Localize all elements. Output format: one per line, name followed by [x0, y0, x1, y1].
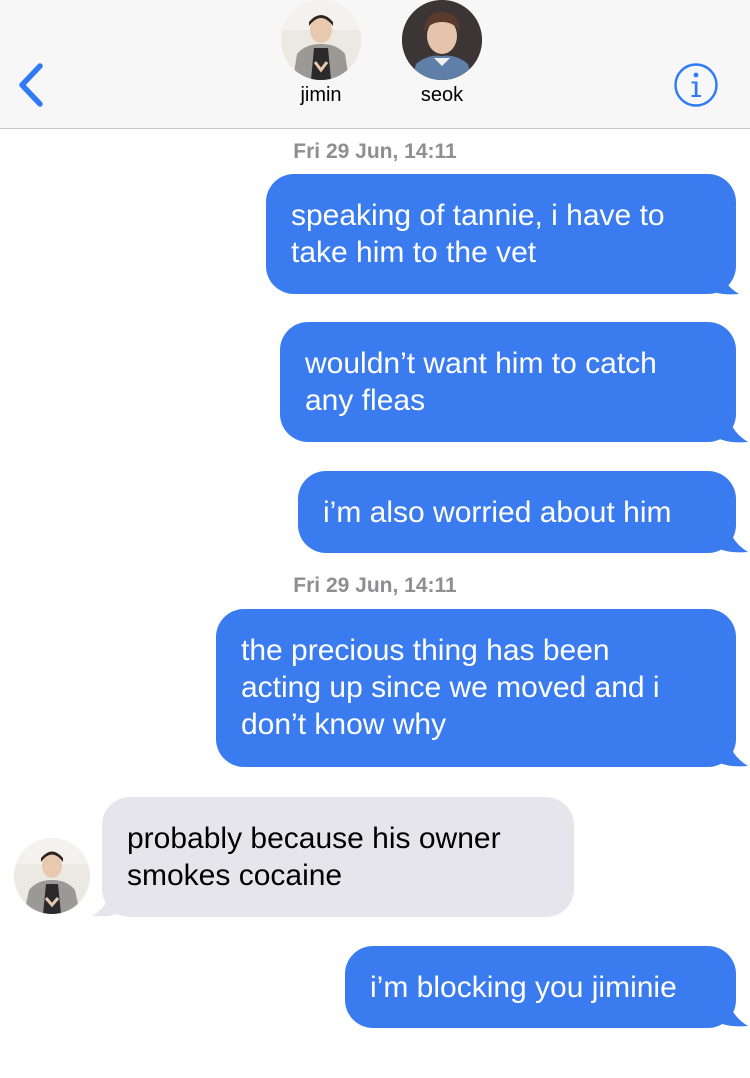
message-text: the precious thing has been acting up si…: [241, 634, 660, 741]
timestamp: Fri 29 Jun, 14:11: [293, 140, 457, 163]
avatar: [281, 0, 361, 80]
timestamp: Fri 29 Jun, 14:11: [293, 574, 457, 597]
chevron-left-icon: [19, 63, 43, 107]
message-text: speaking of tannie, i have to take him t…: [291, 199, 665, 269]
back-button[interactable]: [14, 60, 50, 110]
message-text: probably because his owner smokes cocain…: [127, 822, 501, 892]
avatar[interactable]: [14, 838, 90, 914]
message-text: i’m also worried about him: [323, 496, 672, 529]
info-button[interactable]: [673, 62, 719, 108]
message-bubble-outgoing[interactable]: wouldn’t want him to catch any fleas: [280, 322, 736, 442]
avatar-image: [14, 838, 90, 914]
contact-name: jimin: [300, 84, 342, 106]
message-bubble-outgoing[interactable]: i’m also worried about him: [298, 471, 736, 553]
avatar: [402, 0, 482, 80]
contact-jimin[interactable]: jimin: [276, 0, 366, 106]
contact-name: seok: [420, 84, 464, 106]
contact-seok[interactable]: seok: [397, 0, 487, 106]
message-bubble-outgoing[interactable]: speaking of tannie, i have to take him t…: [266, 174, 736, 294]
message-bubble-outgoing[interactable]: i’m blocking you jiminie: [345, 946, 736, 1028]
message-text: i’m blocking you jiminie: [370, 971, 677, 1004]
conversation-header: jimin seok: [0, 0, 750, 129]
message-text: wouldn’t want him to catch any fleas: [305, 347, 657, 417]
message-bubble-outgoing[interactable]: the precious thing has been acting up si…: [216, 609, 736, 767]
message-bubble-incoming[interactable]: probably because his owner smokes cocain…: [102, 797, 574, 917]
info-icon: [674, 63, 718, 107]
